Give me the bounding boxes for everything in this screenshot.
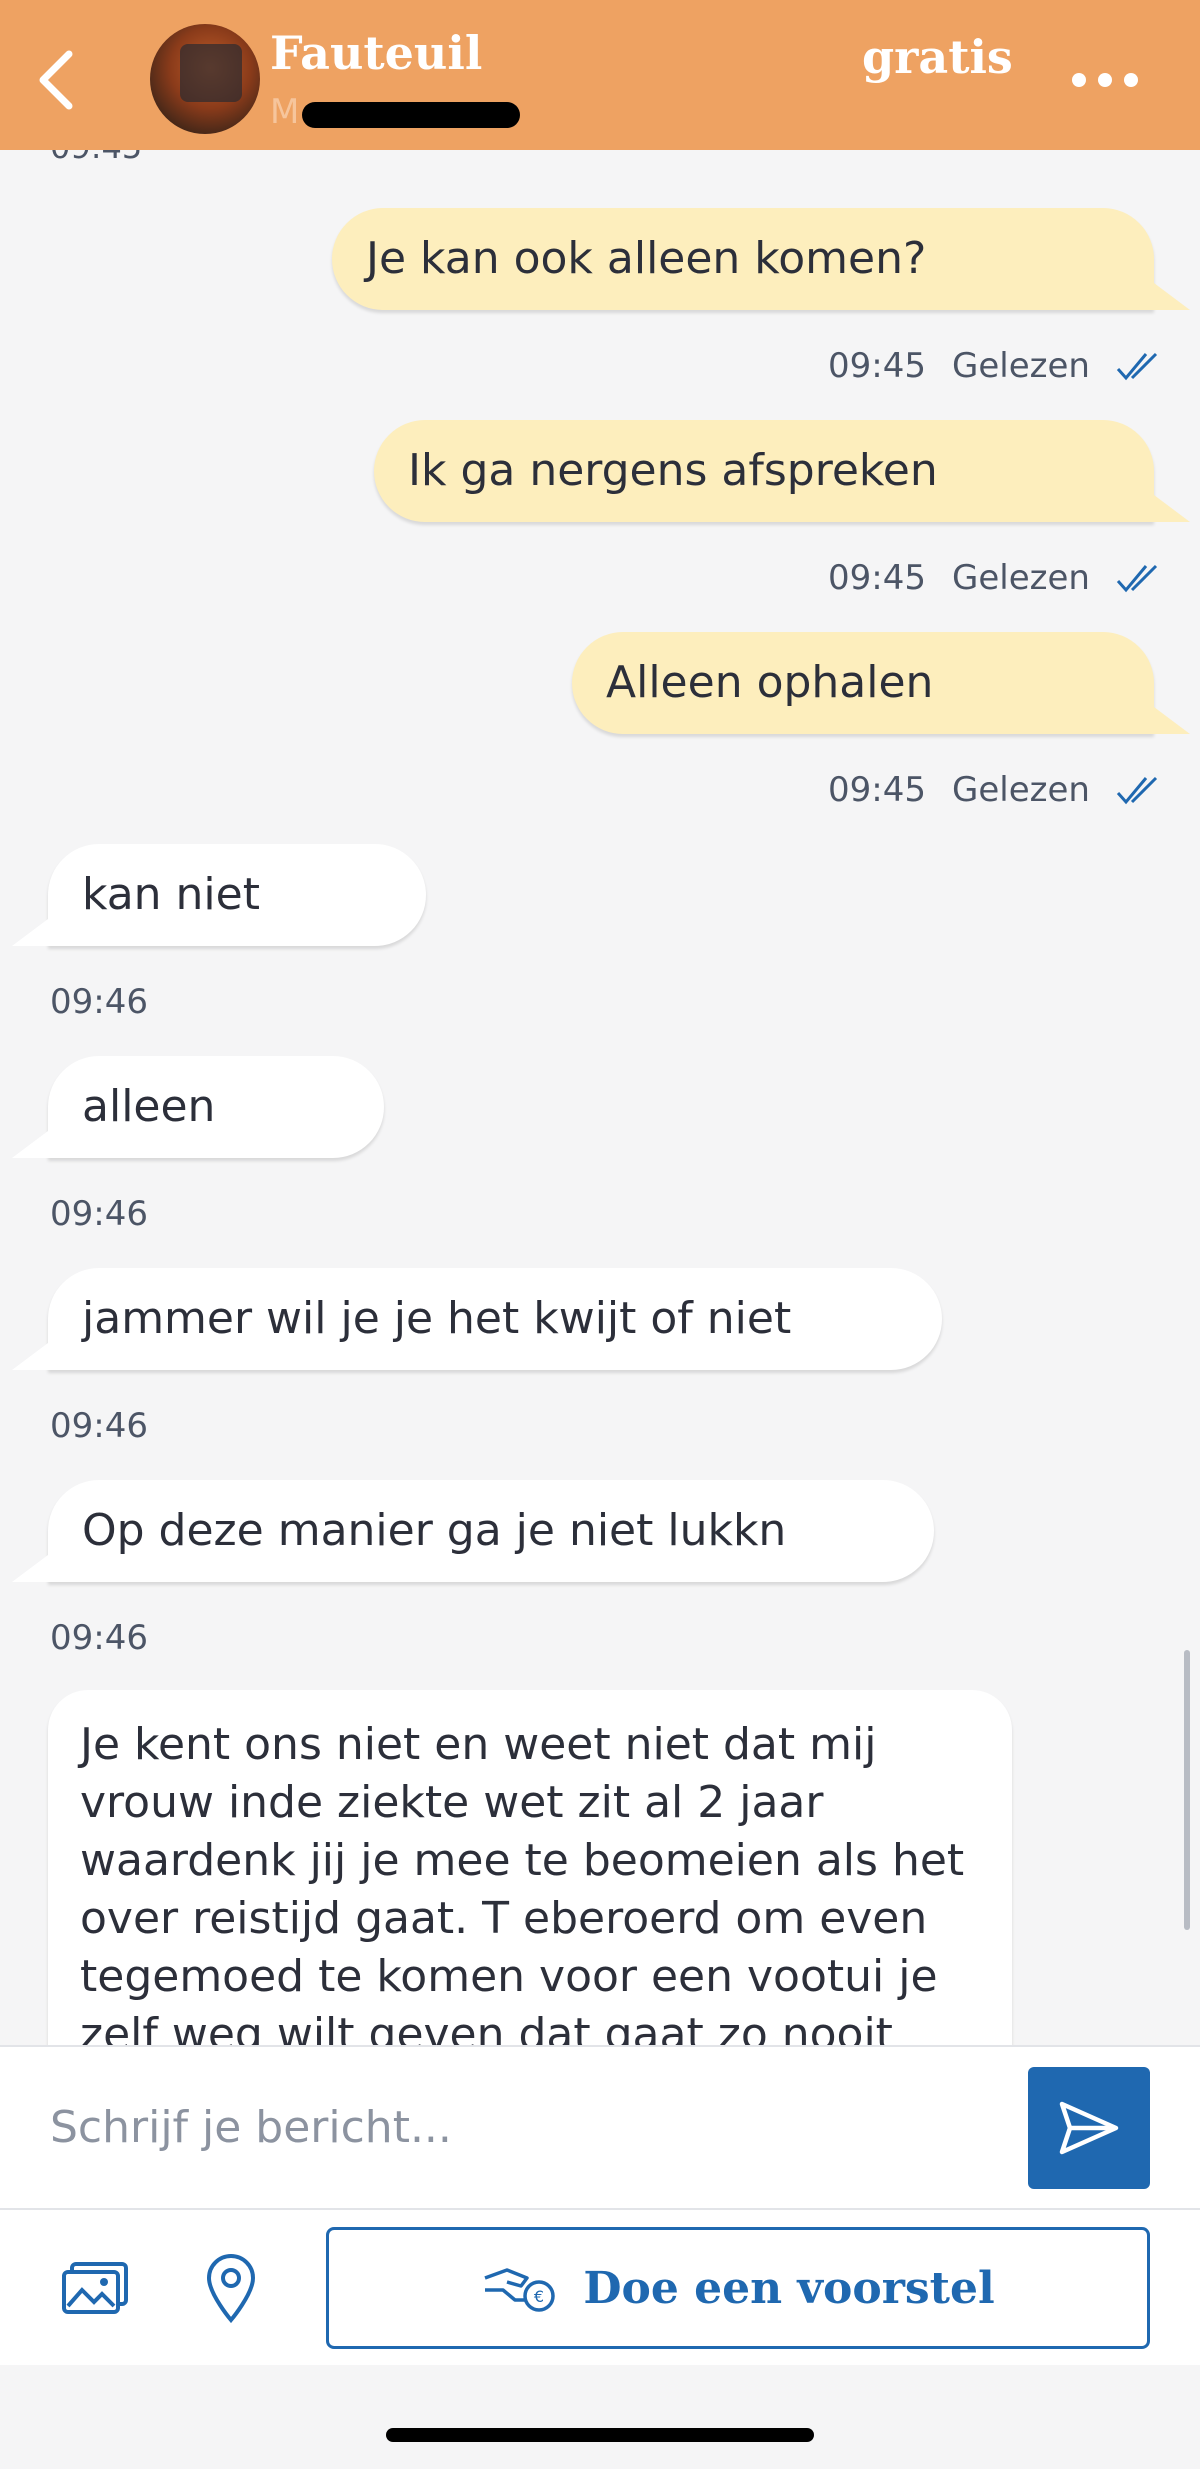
double-check-icon bbox=[1116, 564, 1157, 593]
message-outgoing[interactable]: Je kan ook alleen komen? bbox=[332, 208, 1154, 310]
more-dot bbox=[1098, 73, 1112, 87]
photos-button[interactable] bbox=[50, 2248, 140, 2328]
redaction-bar bbox=[302, 102, 520, 128]
message-time: 09:46 bbox=[50, 1194, 148, 1234]
bubble-tail bbox=[12, 1552, 52, 1582]
chevron-left-icon bbox=[39, 50, 73, 110]
message-text: Alleen ophalen bbox=[606, 657, 934, 708]
bottom-safe-area bbox=[0, 2365, 1200, 2469]
message-incoming[interactable]: alleen bbox=[48, 1056, 384, 1158]
message-time: 09:45 bbox=[828, 558, 926, 598]
double-check-icon bbox=[1116, 776, 1157, 805]
double-check-icon bbox=[1116, 352, 1157, 381]
message-time: 09:46 bbox=[50, 1618, 148, 1658]
message-outgoing[interactable]: Alleen ophalen bbox=[572, 632, 1154, 734]
send-icon bbox=[1059, 2101, 1119, 2155]
message-outgoing[interactable]: Ik ga nergens afspreken bbox=[374, 420, 1154, 522]
bubble-tail bbox=[1150, 280, 1190, 310]
user-name: M bbox=[270, 92, 300, 132]
message-time: 09:45 bbox=[828, 770, 926, 810]
home-indicator[interactable] bbox=[386, 2428, 814, 2442]
message-incoming[interactable]: Op deze manier ga je niet lukkn bbox=[48, 1480, 934, 1582]
message-incoming[interactable]: jammer wil je je het kwijt of niet bbox=[48, 1268, 942, 1370]
bubble-tail bbox=[1150, 704, 1190, 734]
message-text: alleen bbox=[82, 1081, 216, 1132]
message-meta: 09:45 Gelezen bbox=[828, 346, 1162, 386]
message-input[interactable] bbox=[50, 2087, 1010, 2167]
listing-title[interactable]: Fauteuil bbox=[270, 26, 482, 80]
svg-text:€: € bbox=[534, 2287, 544, 2306]
make-offer-button[interactable]: € Doe een voorstel bbox=[326, 2227, 1150, 2349]
hand-euro-icon: € bbox=[484, 2268, 556, 2312]
bubble-tail bbox=[12, 1340, 52, 1370]
message-text: Op deze manier ga je niet lukkn bbox=[82, 1505, 787, 1556]
more-dots-icon bbox=[1072, 73, 1086, 87]
location-pin-icon bbox=[206, 2254, 256, 2324]
message-meta: 09:45 Gelezen bbox=[828, 770, 1162, 810]
location-button[interactable] bbox=[186, 2244, 276, 2334]
message-time: 09:46 bbox=[50, 1406, 148, 1446]
message-text: Ik ga nergens afspreken bbox=[408, 445, 938, 496]
make-offer-label: Doe een voorstel bbox=[583, 2262, 995, 2314]
message-time: 09:45 bbox=[828, 346, 926, 386]
message-incoming[interactable]: kan niet bbox=[48, 844, 426, 946]
bubble-tail bbox=[1150, 492, 1190, 522]
message-text: Je kan ook alleen komen? bbox=[366, 233, 927, 284]
composer-bar bbox=[0, 2045, 1200, 2210]
chat-scrollbar[interactable] bbox=[1184, 1650, 1190, 1930]
more-options-button[interactable] bbox=[1060, 50, 1150, 110]
message-incoming-long[interactable]: Je kent ons niet en weet niet dat mij vr… bbox=[48, 1690, 1012, 2045]
read-status: Gelezen bbox=[951, 770, 1090, 810]
photos-icon bbox=[62, 2262, 128, 2314]
message-meta: 09:45 Gelezen bbox=[828, 558, 1162, 598]
listing-avatar[interactable] bbox=[150, 24, 260, 134]
action-bar: € Doe een voorstel bbox=[0, 2210, 1200, 2365]
bubble-tail bbox=[12, 916, 52, 946]
chat-header: Fauteuil M gratis bbox=[0, 0, 1200, 150]
message-time: 09:45 bbox=[50, 150, 142, 166]
message-time: 09:46 bbox=[50, 982, 148, 1022]
listing-price: gratis bbox=[862, 30, 1013, 84]
bubble-tail bbox=[12, 1128, 52, 1158]
read-status: Gelezen bbox=[951, 558, 1090, 598]
message-list[interactable]: 09:45 Je kan ook alleen komen? 09:45 Gel… bbox=[0, 150, 1200, 2045]
read-status: Gelezen bbox=[951, 346, 1090, 386]
message-text: kan niet bbox=[82, 869, 260, 920]
back-button[interactable] bbox=[20, 40, 90, 120]
more-dot bbox=[1124, 73, 1138, 87]
send-button[interactable] bbox=[1028, 2067, 1150, 2189]
message-text: jammer wil je je het kwijt of niet bbox=[82, 1293, 792, 1344]
